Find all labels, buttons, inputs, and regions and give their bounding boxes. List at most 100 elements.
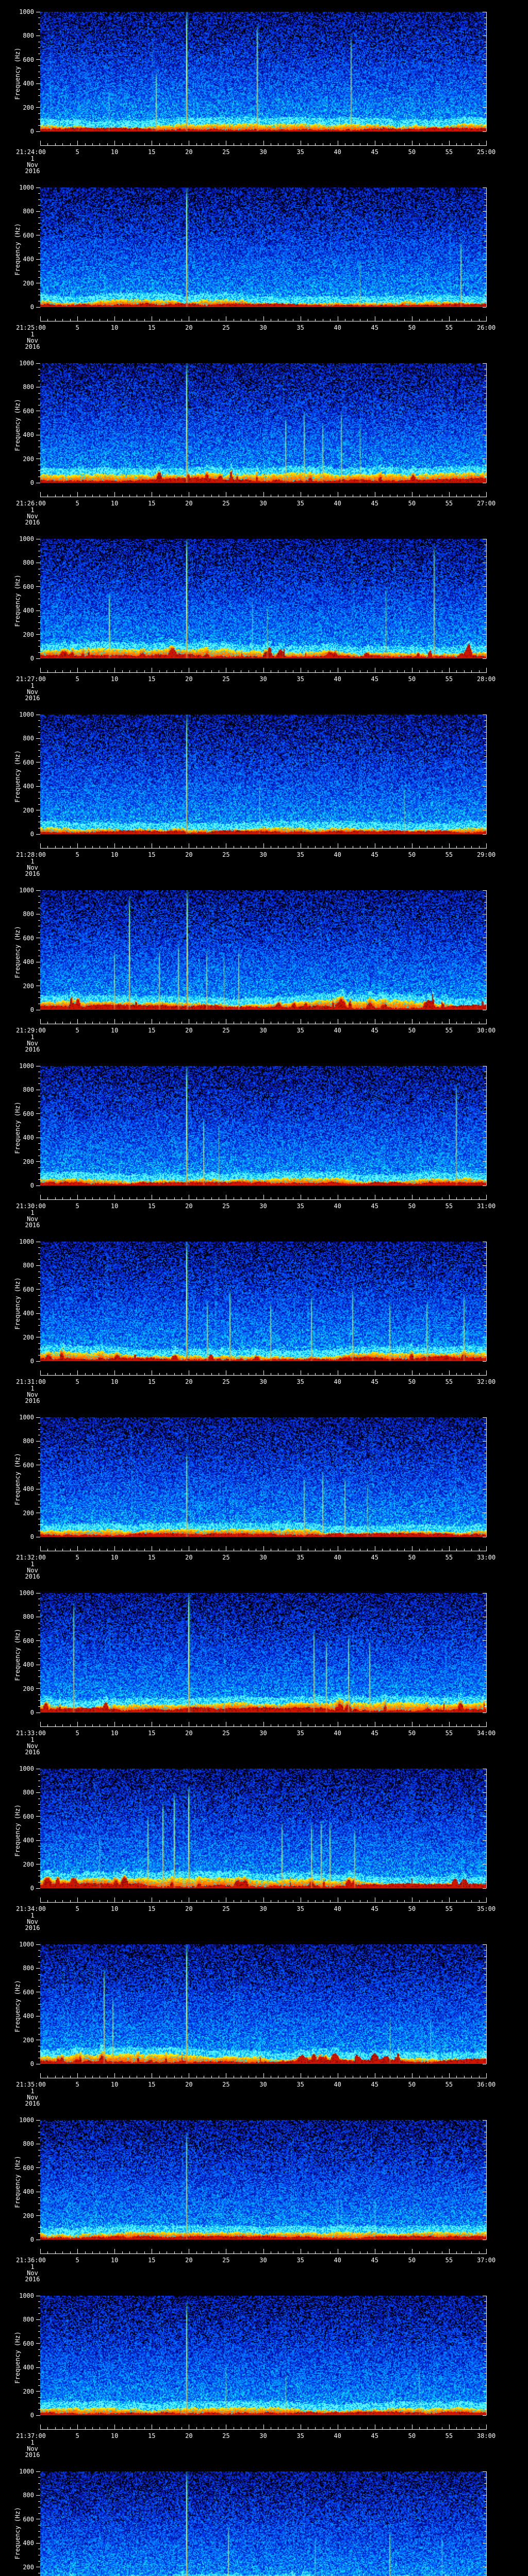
y-minor-tick bbox=[38, 1143, 40, 1144]
x-major-tick bbox=[114, 1546, 116, 1551]
y-tick-label: 200 bbox=[23, 279, 34, 287]
x-minor-tick bbox=[315, 143, 316, 145]
x-minor-tick bbox=[85, 1197, 86, 1199]
y-major-tick bbox=[36, 1792, 40, 1793]
y-minor-tick bbox=[38, 1283, 40, 1284]
date-line-2: 2016 bbox=[25, 1573, 40, 1580]
x-minor-tick bbox=[434, 1373, 435, 1375]
x-minor-tick bbox=[159, 2427, 160, 2429]
y-minor-tick bbox=[38, 1247, 40, 1248]
x-tick-label: 30 bbox=[259, 1730, 267, 1737]
y-tick-label: 1000 bbox=[19, 2116, 34, 2124]
y-tick-label: 0 bbox=[30, 2060, 34, 2067]
x-tick-label: 50 bbox=[408, 1202, 416, 1210]
y-major-tick bbox=[36, 1161, 40, 1162]
y-minor-tick bbox=[38, 1834, 40, 1835]
x-minor-tick bbox=[47, 495, 48, 497]
y-minor-tick bbox=[38, 1173, 40, 1174]
y-tick-label: 600 bbox=[23, 2164, 34, 2172]
x-tick-label: 40 bbox=[334, 675, 341, 683]
x-tick-label: 15 bbox=[148, 851, 156, 858]
x-tick-label: 45 bbox=[371, 2432, 378, 2439]
x-minor-tick bbox=[419, 1549, 420, 1551]
x-tick-label: 35 bbox=[296, 1027, 304, 1034]
y-tick-label: 600 bbox=[23, 231, 34, 239]
y-major-tick-right bbox=[483, 1592, 486, 1594]
y-major-tick-right bbox=[483, 2215, 486, 2216]
x-major-tick bbox=[77, 2425, 78, 2429]
x-tick-label: 15 bbox=[148, 1202, 156, 1210]
date-line-2: 2016 bbox=[25, 343, 40, 350]
x-minor-tick bbox=[367, 2076, 368, 2078]
x-tick-label: 5 bbox=[75, 1730, 79, 1737]
x-minor-tick bbox=[62, 2427, 63, 2429]
x-major-tick bbox=[40, 1195, 41, 1199]
x-tick-label: 45 bbox=[371, 1554, 378, 1561]
y-minor-tick bbox=[38, 1307, 40, 1308]
x-minor-tick bbox=[315, 2251, 316, 2253]
y-minor-tick bbox=[38, 902, 40, 903]
x-minor-tick bbox=[174, 1724, 175, 1726]
y-major-tick-right bbox=[483, 1113, 486, 1114]
x-tick-label: 50 bbox=[408, 500, 416, 507]
x-minor-tick bbox=[196, 2076, 197, 2078]
y-minor-tick bbox=[38, 616, 40, 617]
x-major-tick bbox=[449, 2249, 450, 2253]
plot-right-axis bbox=[486, 1593, 487, 1713]
y-tick-label: 0 bbox=[30, 655, 34, 662]
spectrogram-canvas bbox=[40, 1593, 486, 1713]
y-minor-tick bbox=[38, 804, 40, 805]
y-tick-label: 800 bbox=[23, 2492, 34, 2499]
x-tick-label: 5 bbox=[75, 1027, 79, 1034]
x-minor-tick bbox=[196, 319, 197, 321]
time-axis-line bbox=[40, 672, 487, 673]
x-start-time-label: 21:29:00 bbox=[16, 1027, 46, 1034]
x-tick-label: 55 bbox=[445, 500, 453, 507]
x-tick-label: 5 bbox=[75, 2257, 79, 2264]
x-minor-tick bbox=[174, 2076, 175, 2078]
spectrogram-canvas bbox=[40, 363, 486, 483]
x-tick-label: 5 bbox=[75, 1378, 79, 1385]
spectrogram-canvas bbox=[40, 539, 486, 658]
x-major-tick bbox=[40, 1897, 41, 1902]
x-minor-tick bbox=[367, 2251, 368, 2253]
x-minor-tick bbox=[211, 1197, 212, 1199]
y-major-tick-right bbox=[483, 834, 486, 835]
x-minor-tick bbox=[129, 1549, 130, 1551]
x-tick-label: 40 bbox=[334, 2081, 341, 2088]
y-tick-label: 400 bbox=[23, 1485, 34, 1493]
x-minor-tick bbox=[367, 1197, 368, 1199]
x-minor-tick bbox=[62, 846, 63, 848]
x-tick-label: 45 bbox=[371, 1202, 378, 1210]
x-tick-label: 20 bbox=[185, 675, 193, 683]
y-minor-tick bbox=[38, 920, 40, 921]
x-minor-tick bbox=[129, 1197, 130, 1199]
x-minor-tick bbox=[122, 2076, 123, 2078]
x-minor-tick bbox=[144, 1724, 145, 1726]
x-tick-label: 55 bbox=[445, 2432, 453, 2439]
x-minor-tick bbox=[419, 2427, 420, 2429]
x-minor-tick bbox=[174, 143, 175, 145]
y-minor-tick bbox=[38, 2409, 40, 2410]
date-line-2: 2016 bbox=[25, 694, 40, 702]
x-minor-tick bbox=[85, 1373, 86, 1375]
x-start-time-label: 21:35:00 bbox=[16, 2081, 46, 2088]
x-major-tick bbox=[486, 2073, 487, 2078]
y-tick-label: 0 bbox=[30, 1358, 34, 1365]
x-minor-tick bbox=[107, 1197, 108, 1199]
x-minor-tick bbox=[471, 319, 472, 321]
x-minor-tick bbox=[47, 2427, 48, 2429]
x-minor-tick bbox=[85, 495, 86, 497]
y-axis-title: Frequency (Hz) bbox=[14, 1804, 21, 1857]
x-minor-tick bbox=[471, 1197, 472, 1199]
x-tick-label: 50 bbox=[408, 148, 416, 156]
y-tick-label: 1000 bbox=[19, 711, 34, 718]
x-minor-tick bbox=[434, 2427, 435, 2429]
y-minor-tick bbox=[38, 622, 40, 623]
x-minor-tick bbox=[397, 1197, 398, 1199]
x-minor-tick bbox=[367, 1022, 368, 1024]
x-minor-tick bbox=[419, 1900, 420, 1902]
y-tick-label: 1000 bbox=[19, 1941, 34, 1948]
y-major-tick bbox=[36, 634, 40, 635]
x-minor-tick bbox=[478, 319, 480, 321]
